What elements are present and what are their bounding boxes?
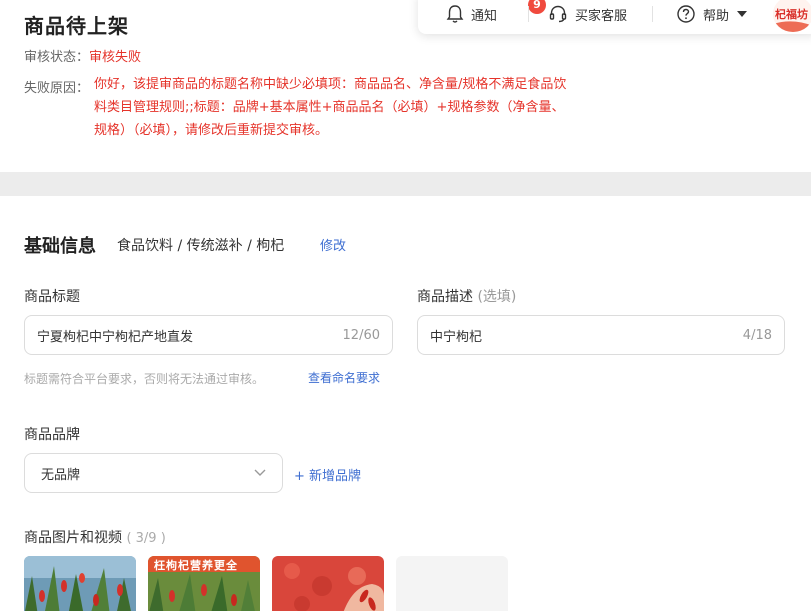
add-brand-button[interactable]: + 新增品牌 [294,465,361,484]
add-media-button[interactable] [396,556,508,611]
audit-reason-text: 你好，该提审商品的标题名称中缺少必填项：商品品名、净含量/规格不满足食品饮料类目… [94,77,567,138]
audit-reason: 失败原因： 你好，该提审商品的标题名称中缺少必填项：商品品名、净含量/规格不满足… [24,77,574,142]
product-image-2[interactable]: 枉枸杞营养更全 [148,556,260,611]
product-title-input[interactable]: 宁夏枸杞中宁枸杞产地直发 12/60 [24,315,393,355]
product-title-label: 商品标题 [24,289,80,305]
product-image-3[interactable] [272,556,384,611]
product-desc-count: 4/18 [742,327,772,343]
image-2-banner-text: 枉枸杞营养更全 [154,559,238,572]
customer-service-label: 买家客服 [575,8,628,24]
customer-service-button[interactable]: 买家客服 [548,0,627,28]
caret-down-icon [737,11,748,17]
audit-status-label: 审核状态： [24,50,90,65]
section-title-basic-info: 基础信息 [24,236,96,257]
help-label: 帮助 [703,8,730,24]
notification-button[interactable]: 通知 9 [446,0,546,28]
title-hint: 标题需符合平台要求，否则将无法通过审核。 [24,372,265,386]
toolbar-divider [528,6,529,22]
media-count: ( 3/9 ) [126,531,166,546]
product-title-value: 宁夏枸杞中宁枸杞产地直发 [37,329,194,345]
brand-label: 商品品牌 [24,427,80,443]
naming-rules-link[interactable]: 查看命名要求 [308,369,380,386]
media-label-text: 商品图片和视频 [24,530,122,546]
audit-status-value: 审核失败 [89,50,142,65]
product-desc-label-text: 商品描述 [417,289,473,305]
brand-select[interactable]: 无品牌 [24,453,283,493]
product-desc-input[interactable]: 中宁枸杞 4/18 [417,315,785,355]
bell-icon [446,4,464,24]
product-desc-value: 中宁枸杞 [430,329,483,345]
headset-icon [548,4,568,24]
notification-label: 通知 [471,8,498,24]
avatar[interactable]: 杞福坊 [773,0,811,32]
optional-tag: (选填) [477,289,517,305]
brand-select-value: 无品牌 [41,467,81,483]
product-image-1[interactable] [24,556,136,611]
category-path: 食品饮料 / 传统滋补 / 枸杞 [117,238,285,254]
top-toolbar: 通知 9 买家客服 帮助 杞福坊 [418,0,811,34]
help-button[interactable]: 帮助 [676,0,748,28]
chevron-down-icon [254,466,266,481]
toolbar-divider [652,6,653,22]
audit-reason-label: 失败原因： [24,81,90,96]
product-title-count: 12/60 [342,327,380,343]
page-title: 商品待上架 [24,14,129,38]
edit-category-link[interactable]: 修改 [320,235,346,254]
media-label: 商品图片和视频 ( 3/9 ) [24,527,166,547]
avatar-logo-text: 杞福坊 [775,7,808,21]
product-desc-label: 商品描述 (选填) [417,286,516,306]
question-circle-icon [676,4,696,24]
section-divider [0,172,811,196]
notification-badge: 9 [528,0,546,14]
audit-status: 审核状态：审核失败 [24,46,141,65]
